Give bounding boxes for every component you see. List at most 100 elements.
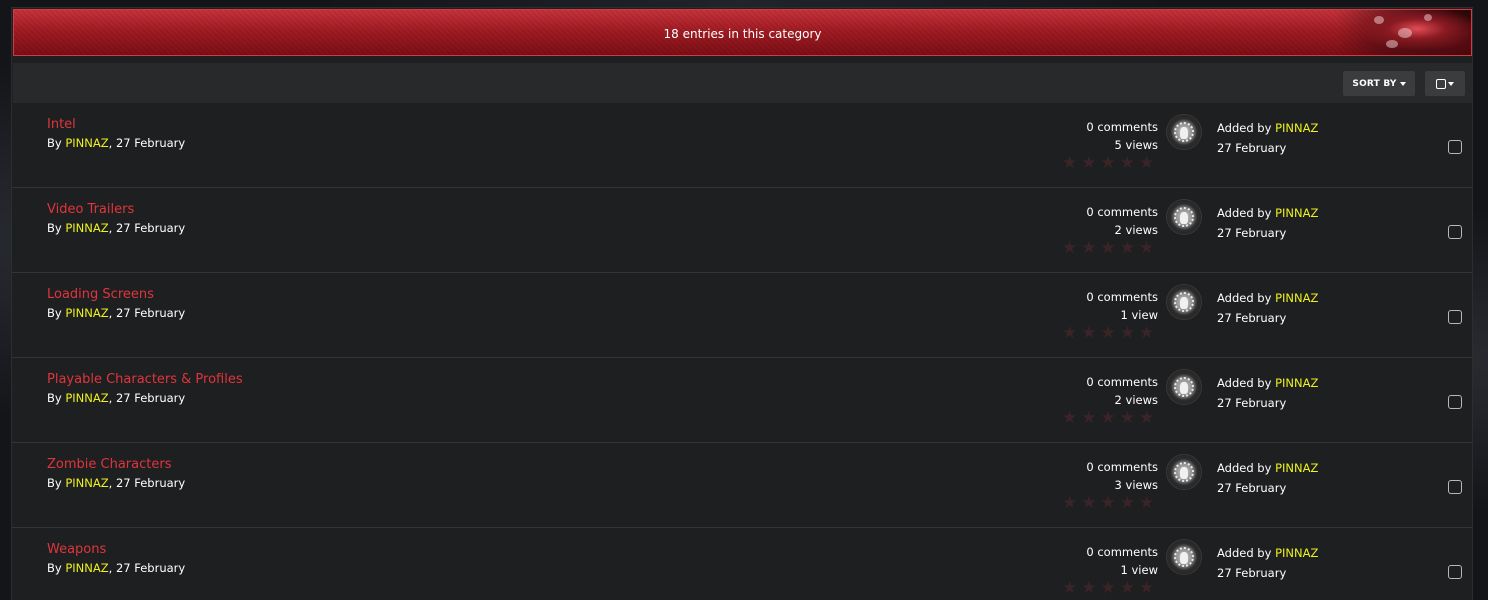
star-icon: ★ (1100, 238, 1116, 258)
added-by-user-link[interactable]: PINNAZ (1275, 461, 1318, 475)
entry-byline: By PINNAZ, 27 February (47, 221, 185, 235)
author-link[interactable]: PINNAZ (65, 306, 108, 320)
star-icon: ★ (1100, 153, 1116, 173)
star-icon: ★ (1062, 238, 1078, 258)
star-icon: ★ (1062, 323, 1078, 343)
views-count: 5 views (1114, 138, 1158, 152)
author-link[interactable]: PINNAZ (65, 391, 108, 405)
added-date: 27 February (1217, 311, 1287, 325)
star-icon: ★ (1119, 323, 1135, 343)
entry-title-link[interactable]: Intel (47, 117, 76, 132)
entry-stats: 0 comments 5 views (1086, 118, 1158, 154)
entries-count-title: 18 entries in this category (663, 27, 822, 41)
added-by-user-link[interactable]: PINNAZ (1275, 121, 1318, 135)
entry-date: , 27 February (108, 561, 186, 575)
byline-prefix: By (47, 136, 66, 150)
byline-prefix: By (47, 561, 66, 575)
added-by-user-link[interactable]: PINNAZ (1275, 206, 1318, 220)
entry-date: , 27 February (108, 476, 186, 490)
star-icon: ★ (1100, 408, 1116, 428)
entry-row: Weapons By PINNAZ, 27 February 0 comment… (12, 528, 1472, 600)
star-icon: ★ (1081, 408, 1097, 428)
star-icon: ★ (1139, 238, 1155, 258)
added-date: 27 February (1217, 226, 1287, 240)
entry-row: Playable Characters & Profiles By PINNAZ… (12, 358, 1472, 443)
entry-stats: 0 comments 1 view (1086, 288, 1158, 324)
entry-row: Video Trailers By PINNAZ, 27 February 0 … (12, 188, 1472, 273)
added-by-user-link[interactable]: PINNAZ (1275, 376, 1318, 390)
views-count: 2 views (1114, 393, 1158, 407)
comments-count: 0 comments (1086, 205, 1158, 219)
added-date: 27 February (1217, 566, 1287, 580)
avatar[interactable] (1167, 200, 1201, 234)
added-prefix: Added by (1217, 291, 1276, 305)
row-select-checkbox[interactable] (1448, 395, 1462, 409)
entry-byline: By PINNAZ, 27 February (47, 391, 185, 405)
star-rating: ★ ★ ★ ★ ★ (1062, 493, 1154, 513)
entry-title-link[interactable]: Weapons (47, 542, 106, 557)
checkbox-square-icon (1436, 78, 1446, 89)
added-by-user-link[interactable]: PINNAZ (1275, 546, 1318, 560)
caret-down-icon (1448, 81, 1454, 86)
views-count: 3 views (1114, 478, 1158, 492)
sort-by-button[interactable]: SORT BY (1343, 71, 1415, 96)
comments-count: 0 comments (1086, 460, 1158, 474)
views-count: 1 view (1120, 308, 1158, 322)
avatar[interactable] (1167, 455, 1201, 489)
added-info: Added by PINNAZ 27 February (1217, 373, 1318, 413)
entry-stats: 0 comments 2 views (1086, 373, 1158, 409)
comments-count: 0 comments (1086, 290, 1158, 304)
row-select-checkbox[interactable] (1448, 310, 1462, 324)
row-select-checkbox[interactable] (1448, 225, 1462, 239)
comments-count: 0 comments (1086, 375, 1158, 389)
added-prefix: Added by (1217, 376, 1276, 390)
entry-title-link[interactable]: Zombie Characters (47, 457, 171, 472)
star-icon: ★ (1062, 153, 1078, 173)
entry-stats: 0 comments 2 views (1086, 203, 1158, 239)
avatar[interactable] (1167, 285, 1201, 319)
star-icon: ★ (1081, 493, 1097, 513)
byline-prefix: By (47, 306, 66, 320)
added-info: Added by PINNAZ 27 February (1217, 118, 1318, 158)
author-link[interactable]: PINNAZ (65, 476, 108, 490)
byline-prefix: By (47, 391, 66, 405)
star-rating: ★ ★ ★ ★ ★ (1062, 153, 1155, 173)
sort-by-label: SORT BY (1352, 78, 1397, 89)
category-header: 18 entries in this category (13, 9, 1472, 56)
entry-row: Loading Screens By PINNAZ, 27 February 0… (12, 273, 1472, 358)
added-prefix: Added by (1217, 121, 1276, 135)
entry-row: Zombie Characters By PINNAZ, 27 February… (12, 443, 1472, 528)
star-icon: ★ (1139, 153, 1155, 173)
entry-byline: By PINNAZ, 27 February (47, 476, 185, 490)
row-select-checkbox[interactable] (1448, 480, 1462, 494)
avatar[interactable] (1167, 115, 1201, 149)
entries-list: Intel By PINNAZ, 27 February 0 comments … (12, 103, 1472, 600)
star-icon: ★ (1119, 493, 1135, 513)
byline-prefix: By (47, 221, 66, 235)
author-link[interactable]: PINNAZ (65, 561, 108, 575)
comments-count: 0 comments (1086, 120, 1158, 134)
star-icon: ★ (1081, 238, 1097, 258)
row-select-checkbox[interactable] (1448, 565, 1462, 579)
star-icon: ★ (1119, 153, 1135, 173)
avatar[interactable] (1167, 370, 1201, 404)
author-link[interactable]: PINNAZ (65, 136, 108, 150)
star-icon: ★ (1139, 578, 1155, 598)
author-link[interactable]: PINNAZ (65, 221, 108, 235)
select-rows-button[interactable] (1425, 71, 1465, 96)
added-by-user-link[interactable]: PINNAZ (1275, 291, 1318, 305)
entry-date: , 27 February (108, 221, 186, 235)
added-info: Added by PINNAZ 27 February (1217, 203, 1318, 243)
added-date: 27 February (1217, 141, 1287, 155)
entry-title-link[interactable]: Playable Characters & Profiles (47, 372, 243, 387)
added-info: Added by PINNAZ 27 February (1217, 543, 1318, 583)
entry-title-link[interactable]: Loading Screens (47, 287, 154, 302)
star-icon: ★ (1062, 408, 1078, 428)
added-info: Added by PINNAZ 27 February (1217, 458, 1318, 498)
entry-title-link[interactable]: Video Trailers (47, 202, 134, 217)
avatar[interactable] (1167, 540, 1201, 574)
star-icon: ★ (1062, 578, 1078, 598)
row-select-checkbox[interactable] (1448, 140, 1462, 154)
byline-prefix: By (47, 476, 66, 490)
entry-date: , 27 February (108, 136, 186, 150)
